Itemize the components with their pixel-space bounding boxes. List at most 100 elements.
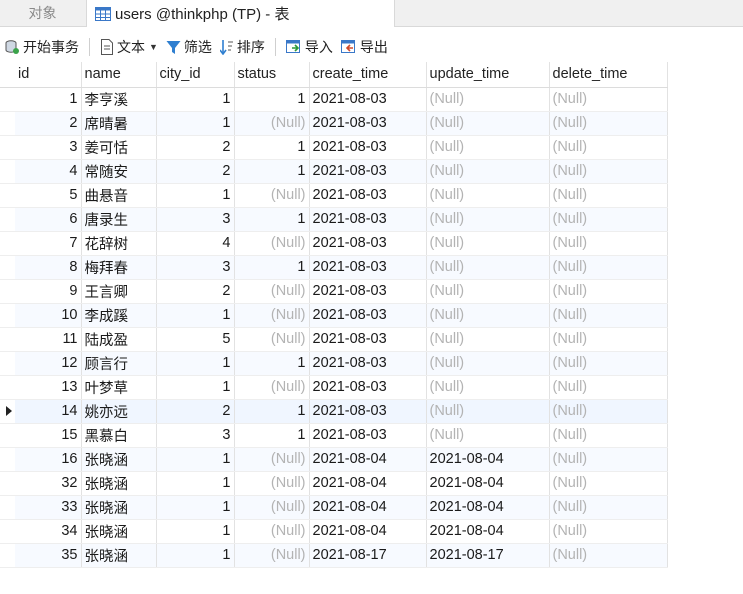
column-header-delete-time[interactable]: delete_time xyxy=(549,62,668,88)
cell-delete-time[interactable]: (Null) xyxy=(549,495,668,520)
cell-delete-time[interactable]: (Null) xyxy=(549,447,668,472)
row-header[interactable] xyxy=(0,255,15,280)
table-row[interactable]: 12 顾言行 1 1 2021-08-03 (Null) (Null) xyxy=(0,351,668,376)
cell-id[interactable]: 15 xyxy=(15,423,82,448)
cell-status[interactable]: 1 xyxy=(234,255,310,280)
cell-city-id[interactable]: 1 xyxy=(156,519,235,544)
row-header[interactable] xyxy=(0,423,15,448)
cell-delete-time[interactable]: (Null) xyxy=(549,399,668,424)
cell-create-time[interactable]: 2021-08-04 xyxy=(309,519,427,544)
cell-delete-time[interactable]: (Null) xyxy=(549,231,668,256)
cell-update-time[interactable]: (Null) xyxy=(426,111,550,136)
cell-update-time[interactable]: (Null) xyxy=(426,183,550,208)
cell-city-id[interactable]: 3 xyxy=(156,207,235,232)
cell-update-time[interactable]: (Null) xyxy=(426,375,550,400)
cell-status[interactable]: (Null) xyxy=(234,471,310,496)
cell-name[interactable]: 张晓涵 xyxy=(81,471,157,496)
cell-delete-time[interactable]: (Null) xyxy=(549,351,668,376)
table-row[interactable]: 11 陆成盈 5 (Null) 2021-08-03 (Null) (Null) xyxy=(0,327,668,352)
cell-update-time[interactable]: (Null) xyxy=(426,207,550,232)
cell-delete-time[interactable]: (Null) xyxy=(549,471,668,496)
row-header[interactable] xyxy=(0,327,15,352)
table-row[interactable]: 7 花辞树 4 (Null) 2021-08-03 (Null) (Null) xyxy=(0,231,668,256)
cell-create-time[interactable]: 2021-08-03 xyxy=(309,159,427,184)
cell-status[interactable]: (Null) xyxy=(234,543,310,568)
table-row[interactable]: 15 黑慕白 3 1 2021-08-03 (Null) (Null) xyxy=(0,423,668,448)
cell-status[interactable]: 1 xyxy=(234,399,310,424)
column-header-id[interactable]: id xyxy=(15,62,82,88)
cell-name[interactable]: 梅拜春 xyxy=(81,255,157,280)
cell-name[interactable]: 张晓涵 xyxy=(81,543,157,568)
cell-update-time[interactable]: 2021-08-04 xyxy=(426,519,550,544)
cell-city-id[interactable]: 3 xyxy=(156,423,235,448)
cell-delete-time[interactable]: (Null) xyxy=(549,183,668,208)
cell-update-time[interactable]: (Null) xyxy=(426,351,550,376)
cell-status[interactable]: (Null) xyxy=(234,231,310,256)
cell-create-time[interactable]: 2021-08-03 xyxy=(309,423,427,448)
row-header[interactable] xyxy=(0,447,15,472)
cell-status[interactable]: (Null) xyxy=(234,183,310,208)
cell-name[interactable]: 姜可恬 xyxy=(81,135,157,160)
cell-status[interactable]: 1 xyxy=(234,135,310,160)
cell-delete-time[interactable]: (Null) xyxy=(549,519,668,544)
cell-id[interactable]: 7 xyxy=(15,231,82,256)
cell-create-time[interactable]: 2021-08-03 xyxy=(309,207,427,232)
column-header-status[interactable]: status xyxy=(234,62,310,88)
row-header[interactable] xyxy=(0,471,15,496)
cell-delete-time[interactable]: (Null) xyxy=(549,423,668,448)
table-row[interactable]: 2 席晴暑 1 (Null) 2021-08-03 (Null) (Null) xyxy=(0,111,668,136)
cell-create-time[interactable]: 2021-08-03 xyxy=(309,351,427,376)
cell-delete-time[interactable]: (Null) xyxy=(549,159,668,184)
cell-name[interactable]: 姚亦远 xyxy=(81,399,157,424)
row-header[interactable] xyxy=(0,207,15,232)
cell-id[interactable]: 32 xyxy=(15,471,82,496)
cell-id[interactable]: 5 xyxy=(15,183,82,208)
table-row[interactable]: 16 张晓涵 1 (Null) 2021-08-04 2021-08-04 (Null) xyxy=(0,447,668,472)
cell-create-time[interactable]: 2021-08-04 xyxy=(309,471,427,496)
cell-create-time[interactable]: 2021-08-03 xyxy=(309,375,427,400)
cell-id[interactable]: 10 xyxy=(15,303,82,328)
cell-name[interactable]: 李亨溪 xyxy=(81,87,157,112)
cell-create-time[interactable]: 2021-08-03 xyxy=(309,231,427,256)
cell-status[interactable]: 1 xyxy=(234,423,310,448)
column-header-city-id[interactable]: city_id xyxy=(156,62,235,88)
cell-update-time[interactable]: (Null) xyxy=(426,303,550,328)
cell-id[interactable]: 3 xyxy=(15,135,82,160)
cell-city-id[interactable]: 1 xyxy=(156,447,235,472)
cell-name[interactable]: 花辞树 xyxy=(81,231,157,256)
begin-transaction-button[interactable]: 开始事务 xyxy=(0,35,83,59)
cell-city-id[interactable]: 1 xyxy=(156,303,235,328)
cell-name[interactable]: 席晴暑 xyxy=(81,111,157,136)
cell-id[interactable]: 35 xyxy=(15,543,82,568)
text-button[interactable]: 文本 ▼ xyxy=(96,35,162,59)
cell-update-time[interactable]: (Null) xyxy=(426,279,550,304)
cell-id[interactable]: 13 xyxy=(15,375,82,400)
cell-create-time[interactable]: 2021-08-03 xyxy=(309,111,427,136)
cell-city-id[interactable]: 1 xyxy=(156,543,235,568)
cell-delete-time[interactable]: (Null) xyxy=(549,255,668,280)
table-row[interactable]: 34 张晓涵 1 (Null) 2021-08-04 2021-08-04 (Null) xyxy=(0,519,668,544)
cell-status[interactable]: 1 xyxy=(234,159,310,184)
cell-city-id[interactable]: 5 xyxy=(156,327,235,352)
cell-create-time[interactable]: 2021-08-03 xyxy=(309,135,427,160)
row-header[interactable] xyxy=(0,303,15,328)
table-row[interactable]: 5 曲悬音 1 (Null) 2021-08-03 (Null) (Null) xyxy=(0,183,668,208)
row-header[interactable] xyxy=(0,231,15,256)
row-header[interactable] xyxy=(0,111,15,136)
cell-id[interactable]: 9 xyxy=(15,279,82,304)
cell-delete-time[interactable]: (Null) xyxy=(549,327,668,352)
cell-name[interactable]: 李成蹊 xyxy=(81,303,157,328)
cell-update-time[interactable]: (Null) xyxy=(426,231,550,256)
cell-update-time[interactable]: 2021-08-17 xyxy=(426,543,550,568)
cell-id[interactable]: 16 xyxy=(15,447,82,472)
cell-city-id[interactable]: 1 xyxy=(156,375,235,400)
row-header[interactable] xyxy=(0,87,15,112)
table-row[interactable]: 13 叶梦草 1 (Null) 2021-08-03 (Null) (Null) xyxy=(0,375,668,400)
cell-update-time[interactable]: (Null) xyxy=(426,159,550,184)
tab-objects[interactable]: 对象 xyxy=(0,0,85,26)
cell-city-id[interactable]: 1 xyxy=(156,87,235,112)
cell-name[interactable]: 黑慕白 xyxy=(81,423,157,448)
cell-city-id[interactable]: 2 xyxy=(156,135,235,160)
table-row[interactable]: 33 张晓涵 1 (Null) 2021-08-04 2021-08-04 (Null) xyxy=(0,495,668,520)
row-header[interactable] xyxy=(0,183,15,208)
